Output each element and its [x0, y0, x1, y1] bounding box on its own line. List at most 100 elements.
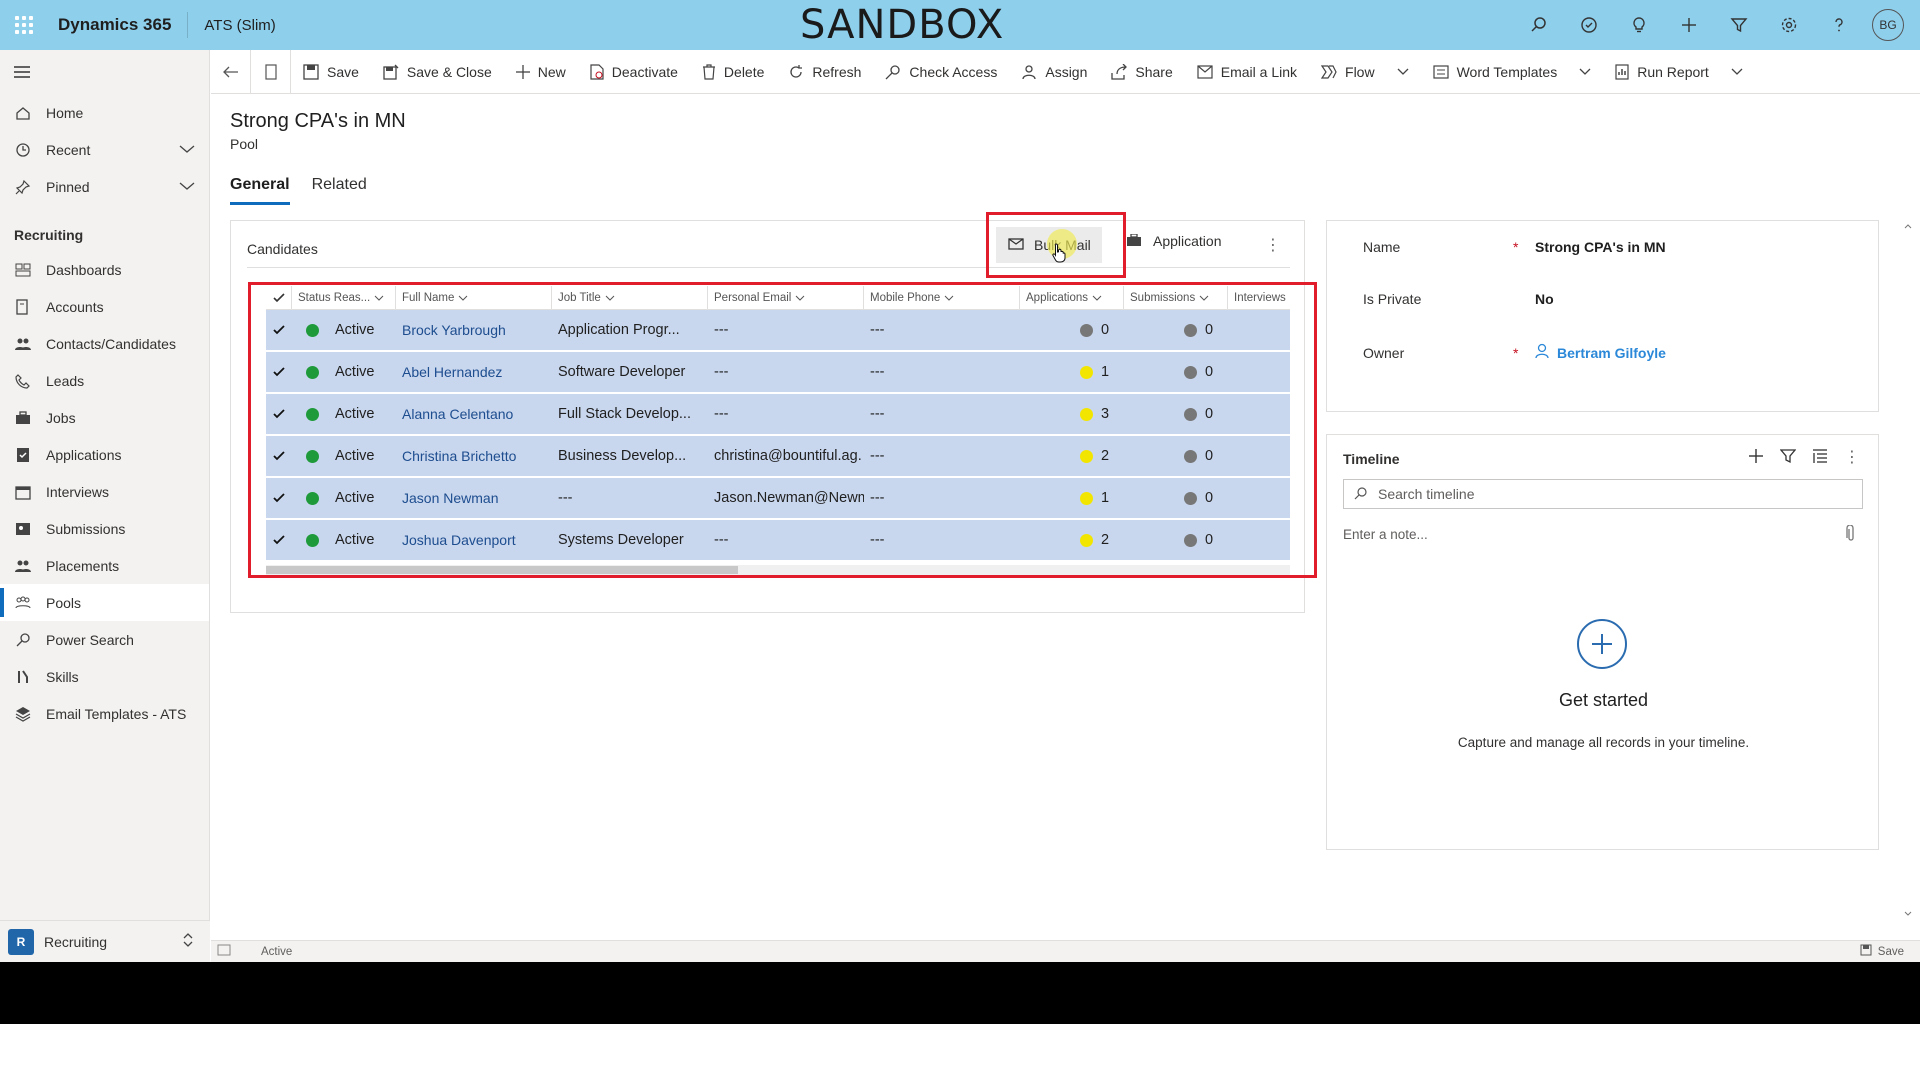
sidebar-item-power-search[interactable]: Power Search [0, 621, 209, 658]
required-marker: * [1513, 344, 1519, 361]
sidebar-item-skills[interactable]: Skills [0, 658, 209, 695]
nav-item-label: Recent [46, 141, 91, 158]
plus-icon[interactable] [1664, 0, 1714, 50]
chevron-up-down-icon[interactable] [182, 932, 194, 951]
save-icon [1860, 944, 1872, 959]
add-icon[interactable] [1748, 448, 1764, 467]
lightbulb-icon[interactable] [1614, 0, 1664, 50]
more-commands-icon[interactable]: ⋮ [1265, 235, 1281, 255]
help-icon[interactable] [1814, 0, 1864, 50]
is-private-value[interactable]: No [1535, 291, 1554, 307]
app-title[interactable]: Dynamics 365 [48, 12, 189, 38]
save-button[interactable]: Save [291, 50, 371, 94]
save-close-button[interactable]: Save & Close [371, 50, 504, 94]
page-vertical-scrollbar[interactable] [1902, 220, 1914, 920]
owner-lookup[interactable]: Bertram Gilfoyle [1535, 343, 1666, 362]
sidebar-item-pools[interactable]: Pools [0, 584, 209, 621]
back-arrow-icon[interactable] [211, 49, 251, 94]
search-icon[interactable] [1514, 0, 1564, 50]
area-switcher[interactable]: R Recruiting [0, 920, 210, 962]
plus-icon [515, 64, 530, 79]
command-bar: Save Save & Close New Deactivate Delete … [211, 49, 1920, 94]
user-avatar[interactable]: BG [1872, 9, 1904, 41]
tab-related[interactable]: Related [312, 176, 367, 205]
add-record-icon[interactable] [1577, 619, 1627, 669]
email-link-button[interactable]: Email a Link [1185, 50, 1309, 94]
chevron-down-icon[interactable] [179, 141, 195, 157]
status-bar: Active Save [211, 940, 1920, 962]
report-icon [1615, 63, 1629, 80]
popout-icon[interactable] [217, 944, 231, 959]
nav-item-pinned[interactable]: Pinned [0, 168, 209, 205]
flow-label: Flow [1345, 63, 1375, 80]
chevron-down-icon[interactable] [179, 178, 195, 194]
more-icon[interactable]: ⋮ [1844, 447, 1860, 467]
sidebar-item-email-templates[interactable]: Email Templates - ATS [0, 695, 209, 732]
filter-icon[interactable] [1779, 448, 1797, 467]
hamburger-menu-icon[interactable] [0, 50, 209, 94]
note-input[interactable]: Enter a note... [1343, 527, 1428, 542]
briefcase-icon [14, 409, 32, 427]
sidebar-item-jobs[interactable]: Jobs [0, 399, 209, 436]
name-field-value[interactable]: Strong CPA's in MN [1535, 239, 1666, 255]
flow-icon [1321, 64, 1337, 79]
nav-item-recent[interactable]: Recent [0, 131, 209, 168]
area-badge: R [8, 928, 34, 955]
person-icon [1021, 64, 1037, 80]
deactivate-button[interactable]: Deactivate [578, 50, 690, 94]
record-page-icon[interactable] [251, 49, 291, 94]
sidebar-item-placements[interactable]: Placements [0, 547, 209, 584]
phone-icon [14, 372, 32, 390]
statusbar-save-button[interactable]: Save [1860, 944, 1904, 959]
word-templates-label: Word Templates [1456, 63, 1558, 80]
new-button[interactable]: New [504, 50, 578, 94]
record-status: Active [261, 945, 293, 958]
run-report-button[interactable]: Run Report [1603, 50, 1755, 94]
app-launcher-icon[interactable] [0, 0, 48, 50]
tab-general[interactable]: General [230, 176, 290, 205]
share-button[interactable]: Share [1099, 50, 1184, 94]
trash-icon [702, 63, 716, 80]
sidebar-item-label: Dashboards [46, 261, 122, 278]
sidebar-item-leads[interactable]: Leads [0, 362, 209, 399]
skills-icon [14, 668, 32, 686]
chevron-down-icon [1579, 68, 1591, 76]
field-owner: Owner * Bertram Gilfoyle [1363, 343, 1666, 362]
field-name: Name * Strong CPA's in MN [1363, 239, 1666, 255]
nav-item-home[interactable]: Home [0, 94, 209, 131]
sidebar-item-applications[interactable]: Applications [0, 436, 209, 473]
app-subtitle[interactable]: ATS (Slim) [188, 17, 275, 34]
settings-icon[interactable] [1764, 0, 1814, 50]
sidebar-item-submissions[interactable]: Submissions [0, 510, 209, 547]
delete-button[interactable]: Delete [690, 50, 776, 94]
application-label: Application [1153, 233, 1222, 249]
field-label: Owner [1363, 344, 1405, 361]
clock-icon [14, 141, 32, 159]
top-bar: Dynamics 365 ATS (Slim) SANDBOX BG [0, 0, 1920, 50]
search-placeholder: Search timeline [1378, 486, 1475, 502]
sidebar-item-contacts[interactable]: Contacts/Candidates [0, 325, 209, 362]
word-templates-icon [1432, 64, 1449, 79]
sidebar-item-dashboards[interactable]: Dashboards [0, 251, 209, 288]
search-icon [14, 631, 32, 649]
assign-label: Assign [1045, 63, 1088, 80]
record-entity-type: Pool [230, 136, 259, 152]
paperclip-icon[interactable] [1846, 524, 1856, 546]
application-button[interactable]: Application [1127, 233, 1222, 249]
field-is-private: Is Private No [1363, 291, 1554, 307]
sidebar-item-accounts[interactable]: Accounts [0, 288, 209, 325]
assign-button[interactable]: Assign [1009, 50, 1099, 94]
pools-icon [14, 594, 32, 612]
timeline-search-input[interactable]: Search timeline [1343, 479, 1863, 509]
flow-button[interactable]: Flow [1309, 50, 1421, 94]
refresh-button[interactable]: Refresh [776, 50, 873, 94]
check-access-button[interactable]: Check Access [873, 50, 1009, 94]
list-view-icon[interactable] [1812, 448, 1828, 467]
layers-icon [14, 705, 32, 723]
briefcase-icon [1127, 233, 1141, 249]
search-icon [1354, 486, 1368, 503]
word-templates-button[interactable]: Word Templates [1421, 50, 1604, 94]
sidebar-item-interviews[interactable]: Interviews [0, 473, 209, 510]
task-flow-icon[interactable] [1564, 0, 1614, 50]
filter-icon[interactable] [1714, 0, 1764, 50]
